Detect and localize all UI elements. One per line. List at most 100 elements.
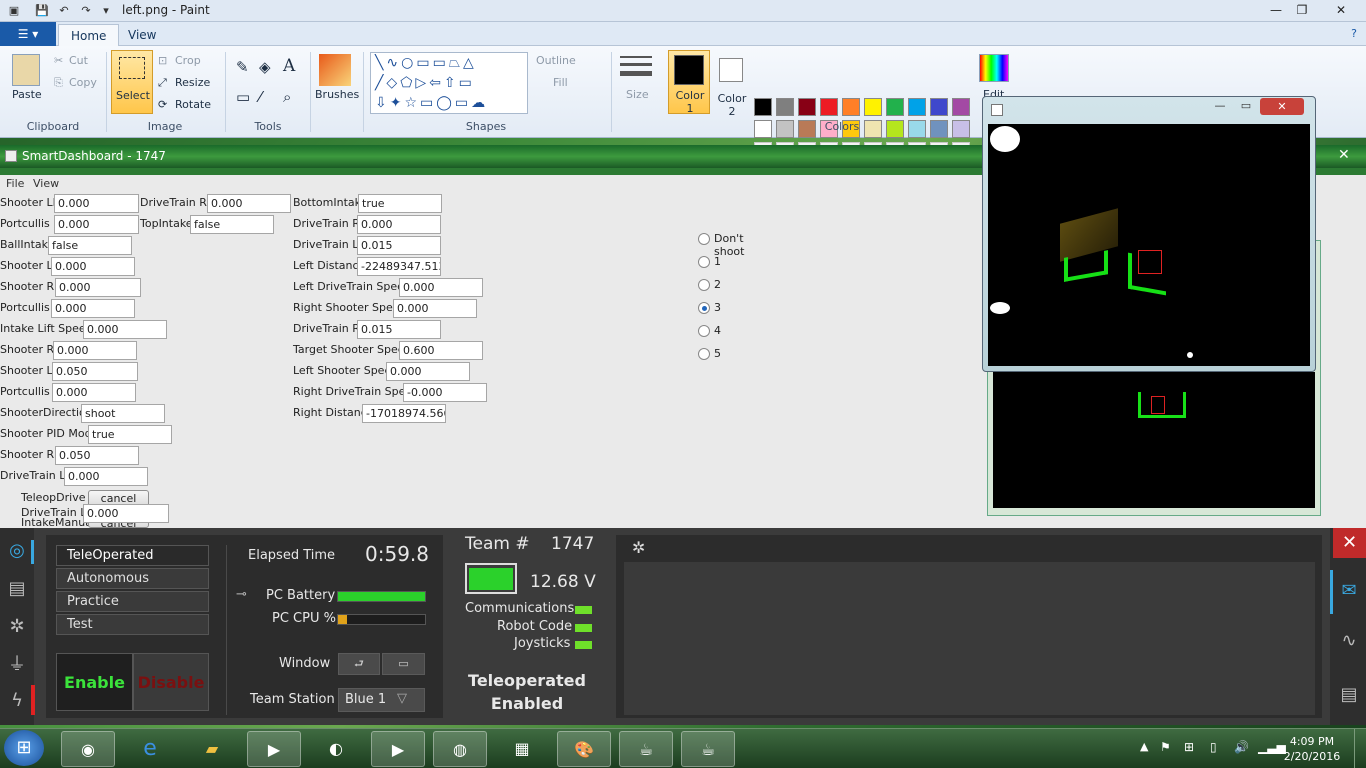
field-value[interactable]: 0.000 bbox=[399, 278, 483, 297]
show-desktop-button[interactable] bbox=[1354, 729, 1366, 768]
device-icon[interactable]: ▯ bbox=[1210, 740, 1217, 754]
color-swatch[interactable] bbox=[952, 120, 970, 138]
field-value[interactable]: true bbox=[358, 194, 442, 213]
paste-icon[interactable] bbox=[12, 54, 40, 86]
internet-explorer-taskbar-icon[interactable]: e bbox=[123, 731, 177, 767]
smartdashboard-close-icon[interactable]: ✕ bbox=[1338, 147, 1350, 163]
copy-icon[interactable]: ⎘ bbox=[54, 76, 63, 90]
color2-button[interactable]: Color 2 bbox=[713, 50, 751, 118]
field-value[interactable]: 0.000 bbox=[357, 215, 441, 234]
tab-view[interactable]: View bbox=[116, 24, 168, 46]
resize-icon[interactable]: ⤢ bbox=[158, 76, 167, 90]
size-button[interactable]: Size bbox=[626, 88, 649, 101]
paint-app-icon[interactable]: ▣ bbox=[6, 3, 22, 19]
color-swatch[interactable] bbox=[776, 120, 794, 138]
color-swatch[interactable] bbox=[908, 98, 926, 116]
close-button[interactable]: ✕ bbox=[1326, 0, 1356, 20]
driver-station-taskbar-icon[interactable]: ◍ bbox=[433, 731, 487, 767]
color-picker-icon[interactable]: ⁄ bbox=[259, 88, 262, 106]
gear-icon[interactable]: ✲ bbox=[5, 615, 29, 639]
field-value[interactable]: -22489347.513 bbox=[357, 257, 441, 276]
redo-icon[interactable]: ↷ bbox=[78, 3, 94, 19]
field-value[interactable]: 0.000 bbox=[51, 257, 135, 276]
brushes-icon[interactable] bbox=[319, 54, 351, 86]
chrome-taskbar-icon[interactable]: ◉ bbox=[61, 731, 115, 767]
minimize-button[interactable]: — bbox=[1262, 0, 1290, 20]
color1-button[interactable]: Color 1 bbox=[668, 50, 710, 115]
usb-icon[interactable]: ⏚ bbox=[5, 653, 29, 677]
field-value[interactable]: 0.015 bbox=[357, 236, 441, 255]
paste-button[interactable]: Paste bbox=[12, 88, 42, 101]
camera-maximize-button[interactable]: ▭ bbox=[1234, 99, 1258, 115]
field-value[interactable]: 0.000 bbox=[54, 194, 139, 213]
mode-test[interactable]: Test bbox=[56, 614, 209, 635]
mode-practice[interactable]: Practice bbox=[56, 591, 209, 612]
field-value[interactable]: 0.000 bbox=[55, 278, 141, 297]
field-value[interactable]: false bbox=[48, 236, 132, 255]
field-value[interactable]: 0.015 bbox=[357, 320, 441, 339]
paint-taskbar-icon[interactable]: 🎨 bbox=[557, 731, 611, 767]
field-value[interactable]: 0.000 bbox=[51, 299, 135, 318]
size-icon[interactable] bbox=[620, 56, 652, 82]
quick-access-dropdown-icon[interactable]: ▾ bbox=[98, 3, 114, 19]
color-swatch[interactable] bbox=[798, 120, 816, 138]
driver-station-close-icon[interactable]: ✕ bbox=[1333, 528, 1366, 558]
windows-icon[interactable]: ⊞ bbox=[1184, 740, 1194, 754]
resize-button[interactable]: Resize bbox=[175, 76, 210, 89]
rotate-icon[interactable]: ⟳ bbox=[158, 98, 167, 111]
file-menu-button[interactable]: ☰ ▾ bbox=[0, 22, 56, 46]
outline-dropdown[interactable]: Outline bbox=[536, 54, 576, 67]
color-swatch[interactable] bbox=[842, 98, 860, 116]
field-value[interactable]: 0.000 bbox=[52, 383, 136, 402]
action-center-icon[interactable]: ⚑ bbox=[1160, 740, 1171, 754]
cut-icon[interactable]: ✂ bbox=[54, 54, 63, 67]
color-swatch[interactable] bbox=[930, 120, 948, 138]
camera-minimize-button[interactable]: — bbox=[1208, 99, 1232, 115]
mode-autonomous[interactable]: Autonomous bbox=[56, 568, 209, 589]
color-swatch[interactable] bbox=[930, 98, 948, 116]
labview-dashboard-taskbar-icon[interactable]: ▶ bbox=[371, 731, 425, 767]
field-value[interactable]: 0.000 bbox=[393, 299, 477, 318]
menu-view[interactable]: View bbox=[33, 177, 59, 190]
color-swatch[interactable] bbox=[776, 98, 794, 116]
select-button[interactable]: Select bbox=[111, 50, 153, 114]
field-value[interactable]: 0.000 bbox=[53, 341, 137, 360]
text-tool-icon[interactable]: A bbox=[283, 56, 295, 76]
field-value[interactable]: 0.000 bbox=[207, 194, 291, 213]
color-swatch[interactable] bbox=[754, 120, 772, 138]
team-station-select[interactable]: Blue 1 ▽ bbox=[338, 688, 425, 712]
color-swatch[interactable] bbox=[798, 98, 816, 116]
file-explorer-taskbar-icon[interactable]: ▰ bbox=[185, 731, 239, 767]
field-value[interactable]: 0.000 bbox=[64, 467, 148, 486]
field-value[interactable]: 0.000 bbox=[386, 362, 470, 381]
eraser-icon[interactable]: ▭ bbox=[236, 88, 250, 106]
color-swatch[interactable] bbox=[952, 98, 970, 116]
crop-button[interactable]: Crop bbox=[175, 54, 201, 67]
java-taskbar-icon[interactable]: ☕ bbox=[619, 731, 673, 767]
console-gear-icon[interactable]: ✲ bbox=[632, 538, 645, 557]
color-swatch[interactable] bbox=[886, 98, 904, 116]
pencil-icon[interactable]: ✎ bbox=[236, 58, 249, 76]
maximize-button[interactable]: ❐ bbox=[1288, 0, 1316, 20]
disable-button[interactable]: Disable bbox=[133, 653, 209, 711]
color-swatch[interactable] bbox=[864, 98, 882, 116]
magnifier-icon[interactable]: ⌕ bbox=[283, 88, 291, 106]
messages-envelope-icon[interactable]: ✉ bbox=[1336, 580, 1362, 602]
field-value[interactable]: 0.000 bbox=[54, 215, 139, 234]
window-maximize-button[interactable]: ▭ bbox=[382, 653, 425, 675]
brushes-button[interactable]: Brushes bbox=[315, 88, 359, 101]
field-value[interactable]: 0.600 bbox=[399, 341, 483, 360]
help-icon[interactable]: ? bbox=[1346, 26, 1362, 42]
system-clock[interactable]: 4:09 PM 2/20/2016 bbox=[1282, 734, 1342, 764]
cut-button[interactable]: Cut bbox=[69, 54, 88, 67]
eclipse-taskbar-icon[interactable]: ◐ bbox=[309, 731, 363, 767]
field-value[interactable]: shoot bbox=[81, 404, 165, 423]
rotate-button[interactable]: Rotate bbox=[175, 98, 211, 111]
steering-wheel-icon[interactable]: ◎ bbox=[5, 539, 29, 563]
field-value[interactable]: -0.000 bbox=[403, 383, 487, 402]
charts-icon[interactable]: ∿ bbox=[1336, 630, 1362, 652]
color-swatch[interactable] bbox=[864, 120, 882, 138]
diagnostics-icon[interactable]: ▤ bbox=[5, 577, 29, 601]
field-value[interactable]: -17018974.566 bbox=[362, 404, 446, 423]
window-dock-button[interactable]: ⮐ bbox=[338, 653, 380, 675]
